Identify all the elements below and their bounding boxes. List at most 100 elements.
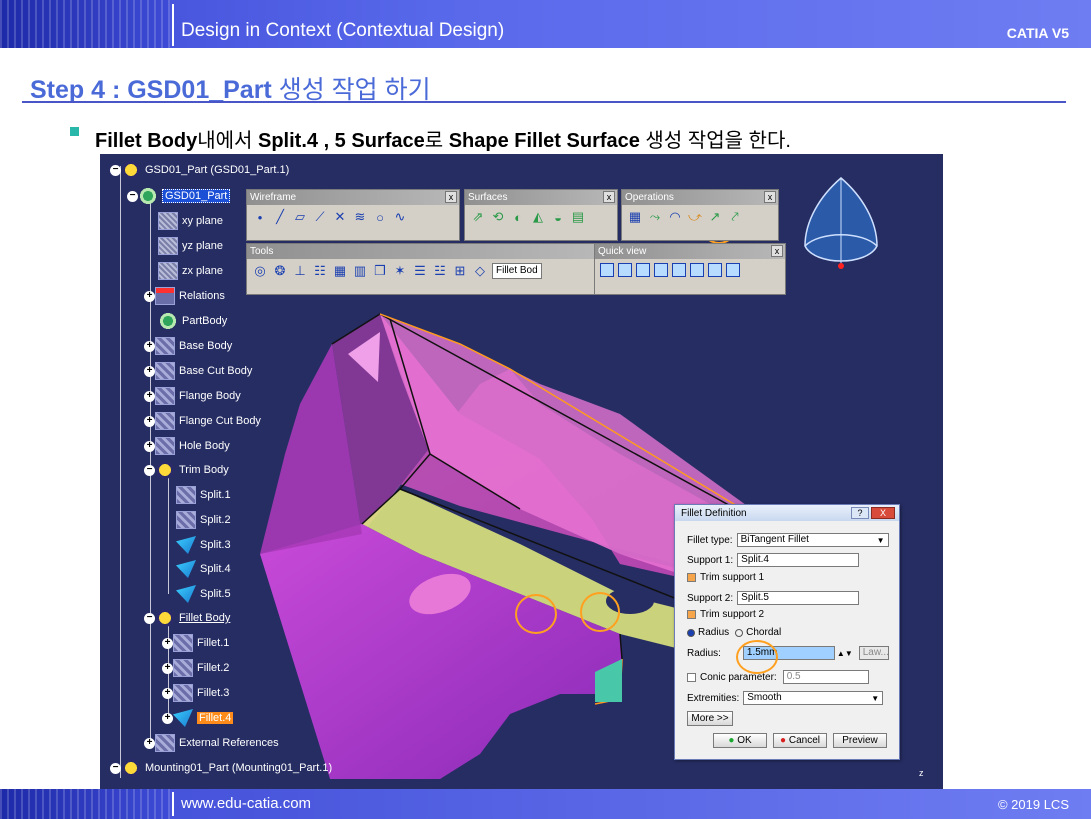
shape-fillet-icon[interactable]: ⤻	[687, 209, 703, 225]
trim-support2-row[interactable]: Trim support 2	[687, 609, 764, 620]
operations-toolbar[interactable]: Operations x ▦ ⤳ ◠ ⤻ ↗ ⤤	[621, 189, 779, 241]
named-view-icon[interactable]	[726, 263, 740, 277]
tree-yz-plane[interactable]: yz plane	[158, 236, 223, 256]
tree-hole-body[interactable]: + Hole Body	[144, 436, 230, 456]
axis-system-icon[interactable]: ⊥	[292, 263, 308, 279]
left-view-icon[interactable]	[654, 263, 668, 277]
tree-flange-body[interactable]: + Flange Body	[144, 386, 241, 406]
fillet-definition-dialog[interactable]: Fillet Definition ? X Fillet type: BiTang…	[674, 504, 900, 760]
iso-view-icon[interactable]	[600, 263, 614, 277]
front-view-icon[interactable]	[618, 263, 632, 277]
hide-icon[interactable]: ☰	[412, 263, 428, 279]
tree-fillet-2[interactable]: + Fillet.2	[162, 658, 229, 678]
preview-button[interactable]: Preview	[833, 733, 887, 748]
trim-support2-checkbox[interactable]	[687, 610, 696, 619]
tree-view-icon[interactable]: ☷	[312, 263, 328, 279]
sphere-icon[interactable]: ◐	[510, 209, 526, 225]
tree-external-references[interactable]: + External References	[144, 733, 279, 753]
extract-icon[interactable]: ◠	[667, 209, 683, 225]
tree-base-body[interactable]: + Base Body	[144, 336, 232, 356]
fill-icon[interactable]: ▤	[570, 209, 586, 225]
spline-icon[interactable]: ∿	[392, 209, 408, 225]
back-view-icon[interactable]	[636, 263, 650, 277]
projection-icon[interactable]: ⟋	[312, 209, 328, 225]
dialog-close-button[interactable]: X	[871, 507, 895, 519]
circle-icon[interactable]: ○	[372, 209, 388, 225]
tree-root[interactable]: − GSD01_Part (GSD01_Part.1)	[110, 160, 289, 180]
radius-radio[interactable]	[687, 628, 695, 637]
tree-trim-body[interactable]: − Trim Body	[144, 460, 229, 480]
sweep-icon[interactable]: ◒	[550, 209, 566, 225]
revolve-icon[interactable]: ⟲	[490, 209, 506, 225]
quick-view-toolbar[interactable]: Quick view x	[594, 243, 786, 295]
offset-icon[interactable]: ◭	[530, 209, 546, 225]
intersection-icon[interactable]: ✕	[332, 209, 348, 225]
cube-icon[interactable]: ❒	[372, 263, 388, 279]
tree-split-2[interactable]: Split.2	[176, 510, 231, 530]
translate-icon[interactable]: ↗	[707, 209, 723, 225]
body-selector-combo[interactable]: Fillet Bod	[492, 263, 542, 279]
tree-flange-cut-body[interactable]: + Flange Cut Body	[144, 411, 261, 431]
tree-fillet-1[interactable]: + Fillet.1	[162, 633, 229, 653]
snap-icon[interactable]: ✶	[392, 263, 408, 279]
support2-field[interactable]: Split.5	[737, 591, 860, 605]
tree-zx-plane[interactable]: zx plane	[158, 261, 223, 281]
spinner-icon[interactable]: ▲▼	[837, 649, 853, 658]
tools-toolbar[interactable]: Tools ◎ ❂ ⊥ ☷ ▦ ▥ ❒ ✶ ☰ ☳ ⊞ ◇ Fillet Bod	[246, 243, 598, 295]
grid-icon[interactable]: ▦	[332, 263, 348, 279]
work-on-support-icon[interactable]: ▥	[352, 263, 368, 279]
trim-support1-checkbox[interactable]	[687, 573, 696, 582]
tree-relations[interactable]: + Relations	[144, 286, 225, 306]
wireframe-toolbar[interactable]: Wireframe x • ╱ ▱ ⟋ ✕ ≋ ○ ∿	[246, 189, 460, 241]
split-tool-icon[interactable]: ⤳	[647, 209, 663, 225]
cancel-button[interactable]: ● Cancel	[773, 733, 827, 748]
chordal-radio[interactable]	[735, 628, 744, 637]
close-icon[interactable]: x	[771, 245, 783, 257]
conic-field[interactable]: 0.5	[782, 670, 869, 684]
chevron-down-icon[interactable]: ▼	[871, 694, 879, 703]
tree-split-4[interactable]: Split.4	[176, 559, 231, 579]
top-view-icon[interactable]	[690, 263, 704, 277]
analysis-icon[interactable]: ⊞	[452, 263, 468, 279]
line-icon[interactable]: ╱	[272, 209, 288, 225]
tree-split-5[interactable]: Split.5	[176, 584, 231, 604]
extremities-select[interactable]: Smooth	[743, 691, 884, 705]
footer-url[interactable]: www.edu-catia.com	[181, 795, 311, 812]
join-icon[interactable]: ▦	[627, 209, 643, 225]
tree-fillet-3[interactable]: + Fillet.3	[162, 683, 229, 703]
point-icon[interactable]: •	[252, 209, 268, 225]
fillet-type-select[interactable]: BiTangent Fillet	[736, 533, 889, 547]
law-button[interactable]: Law...	[858, 646, 889, 660]
right-view-icon[interactable]	[672, 263, 686, 277]
tree-split-1[interactable]: Split.1	[176, 485, 231, 505]
ok-button[interactable]: ● OK	[713, 733, 767, 748]
tree-mounting-part[interactable]: − Mounting01_Part (Mounting01_Part.1)	[110, 758, 332, 778]
tree-partbody[interactable]: PartBody	[158, 311, 227, 331]
chevron-down-icon[interactable]: ▼	[877, 536, 885, 545]
tree-split-3[interactable]: Split.3	[176, 535, 231, 555]
bottom-view-icon[interactable]	[708, 263, 722, 277]
help-button[interactable]: ?	[851, 507, 869, 519]
tree-base-cut-body[interactable]: + Base Cut Body	[144, 361, 252, 381]
extrude-icon[interactable]: ⇗	[470, 209, 486, 225]
conic-checkbox[interactable]	[687, 672, 696, 682]
extrapolate-icon[interactable]: ⤤	[727, 209, 743, 225]
close-icon[interactable]: x	[445, 191, 457, 203]
close-icon[interactable]: x	[764, 191, 776, 203]
catia-window[interactable]: − GSD01_Part (GSD01_Part.1) − GSD01_Part x…	[100, 154, 943, 789]
trim-support1-row[interactable]: Trim support 1	[687, 572, 764, 583]
spiral-icon[interactable]: ❂	[272, 263, 288, 279]
close-icon[interactable]: x	[603, 191, 615, 203]
plane-tool-icon[interactable]: ▱	[292, 209, 308, 225]
tree-xy-plane[interactable]: xy plane	[158, 211, 223, 231]
more-button[interactable]: More >>	[687, 711, 733, 726]
support1-field[interactable]: Split.4	[737, 553, 860, 567]
surfaces-toolbar[interactable]: Surfaces x ⇗ ⟲ ◐ ◭ ◒ ▤	[464, 189, 618, 241]
parallel-curve-icon[interactable]: ≋	[352, 209, 368, 225]
rule-icon[interactable]: ☳	[432, 263, 448, 279]
layer-icon[interactable]: ◇	[472, 263, 488, 279]
tree-part[interactable]: − GSD01_Part	[127, 186, 231, 206]
tree-fillet-4[interactable]: + Fillet.4	[162, 708, 234, 728]
compass-icon[interactable]	[800, 176, 882, 276]
update-icon[interactable]: ◎	[252, 263, 268, 279]
